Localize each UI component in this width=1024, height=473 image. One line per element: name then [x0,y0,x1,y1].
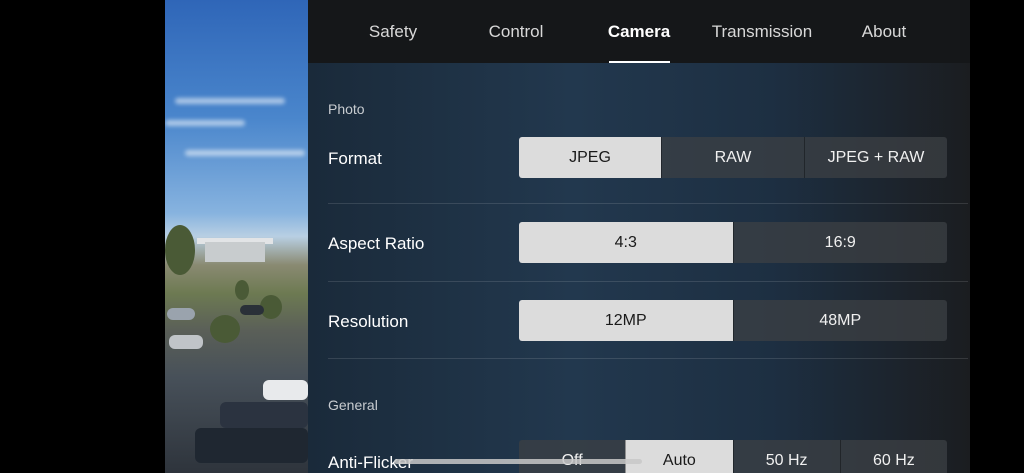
home-indicator[interactable] [394,459,642,464]
preview-cloud [175,98,285,104]
section-label-general: General [328,397,378,413]
aspect-ratio-option-16-9[interactable]: 16:9 [732,222,947,263]
tab-safety[interactable]: Safety [333,0,453,63]
preview-car [169,335,203,349]
preview-cloud [165,120,245,126]
format-option-jpeg[interactable]: JPEG [519,137,661,178]
active-tab-indicator [609,61,670,63]
preview-car [263,380,308,400]
row-divider [328,203,968,204]
settings-panel: Safety Control Camera Transmission About… [308,0,970,473]
preview-tree [235,280,249,300]
preview-car [240,305,264,315]
format-option-raw[interactable]: RAW [661,137,804,178]
camera-preview [165,0,308,473]
preview-building [205,242,265,262]
preview-car [220,402,308,428]
right-letterbox [970,0,1024,473]
aspect-ratio-selector: 4:3 16:9 [519,222,947,263]
preview-car [195,428,308,463]
anti-flicker-selector: Off Auto 50 Hz 60 Hz [519,440,947,473]
resolution-option-48mp[interactable]: 48MP [732,300,947,341]
anti-flicker-option-60hz[interactable]: 60 Hz [839,440,947,473]
resolution-label: Resolution [328,312,409,331]
section-label-photo: Photo [328,101,365,117]
resolution-option-12mp[interactable]: 12MP [519,300,733,341]
left-letterbox [0,0,165,473]
tab-about[interactable]: About [824,0,944,63]
anti-flicker-option-50hz[interactable]: 50 Hz [732,440,840,473]
row-divider [328,358,968,359]
aspect-ratio-option-4-3[interactable]: 4:3 [519,222,733,263]
format-label: Format [328,149,382,168]
aspect-ratio-label: Aspect Ratio [328,234,425,253]
preview-tree [210,315,240,343]
preview-cloud [185,150,305,156]
resolution-selector: 12MP 48MP [519,300,947,341]
preview-tree [165,225,195,275]
format-option-jpeg-raw[interactable]: JPEG + RAW [804,137,947,178]
preview-car [167,308,195,320]
format-selector: JPEG RAW JPEG + RAW [519,137,947,178]
anti-flicker-option-off[interactable]: Off [519,440,626,473]
tab-control[interactable]: Control [456,0,576,63]
row-divider [328,281,968,282]
tab-bar: Safety Control Camera Transmission About [308,0,970,63]
tab-transmission[interactable]: Transmission [702,0,822,63]
tab-camera[interactable]: Camera [579,0,699,63]
anti-flicker-option-auto[interactable]: Auto [625,440,733,473]
